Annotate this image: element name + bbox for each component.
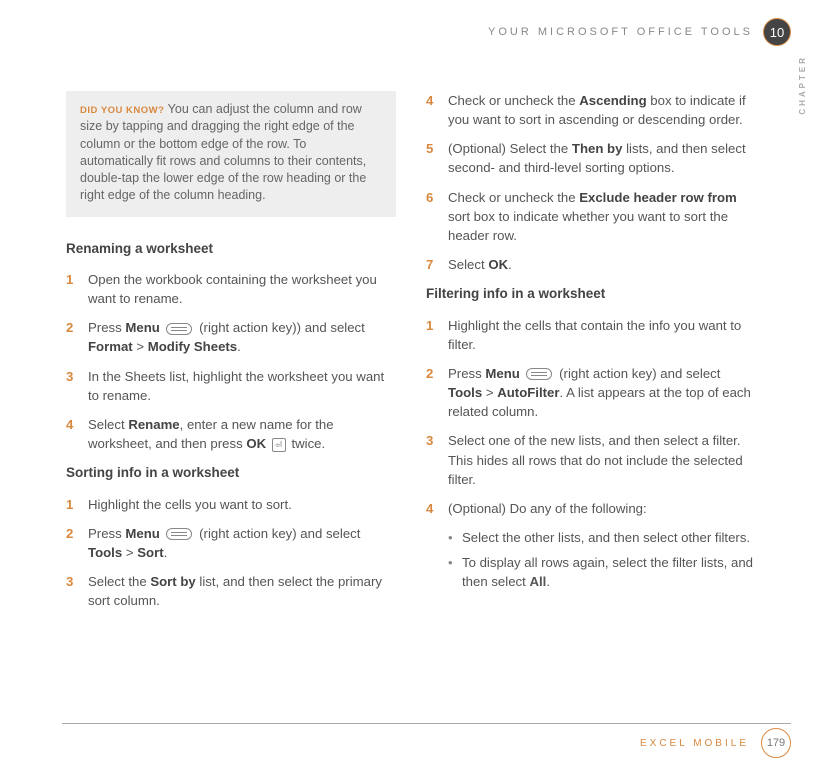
heading-renaming: Renaming a worksheet: [66, 239, 396, 259]
step-text: Check or uncheck the Exclude header row …: [448, 188, 756, 245]
left-column: DID YOU KNOW? You can adjust the column …: [66, 91, 396, 620]
step-text: Press Menu (right action key) and select…: [448, 364, 756, 421]
step: 5(Optional) Select the Then by lists, an…: [426, 139, 756, 177]
step-text: (Optional) Do any of the following:: [448, 499, 756, 518]
step-number: 3: [426, 431, 448, 488]
step-text: Highlight the cells that contain the inf…: [448, 316, 756, 354]
bullet-text: Select the other lists, and then select …: [462, 528, 750, 547]
step-text: Check or uncheck the Ascending box to in…: [448, 91, 756, 129]
step-number: 2: [66, 524, 88, 562]
step-text: Highlight the cells you want to sort.: [88, 495, 396, 514]
step-number: 5: [426, 139, 448, 177]
step: 2Press Menu (right action key) and selec…: [66, 524, 396, 562]
chapter-side-label: CHAPTER: [798, 55, 807, 115]
step: 1Highlight the cells you want to sort.: [66, 495, 396, 514]
tip-title: DID YOU KNOW?: [80, 105, 164, 116]
bullet-item: •To display all rows again, select the f…: [448, 553, 756, 591]
chapter-number-badge: 10: [763, 18, 791, 46]
step-number: 4: [426, 499, 448, 518]
section-title: YOUR MICROSOFT OFFICE TOOLS: [488, 26, 753, 38]
step-text: Select one of the new lists, and then se…: [448, 431, 756, 488]
step-number: 1: [66, 495, 88, 514]
step: 1Highlight the cells that contain the in…: [426, 316, 756, 354]
menu-key-icon: [526, 368, 552, 380]
page-number-badge: 179: [761, 728, 791, 758]
step: 2Press Menu (right action key)) and sele…: [66, 318, 396, 356]
did-you-know-box: DID YOU KNOW? You can adjust the column …: [66, 91, 396, 217]
step: 2Press Menu (right action key) and selec…: [426, 364, 756, 421]
step-text: Press Menu (right action key)) and selec…: [88, 318, 396, 356]
right-column: 4Check or uncheck the Ascending box to i…: [426, 91, 756, 620]
bullet-dot-icon: •: [448, 553, 462, 591]
step-text: Open the workbook containing the workshe…: [88, 270, 396, 308]
step-text: Select Rename, enter a new name for the …: [88, 415, 396, 453]
step: 4(Optional) Do any of the following:: [426, 499, 756, 518]
step: 3Select the Sort by list, and then selec…: [66, 572, 396, 610]
step-number: 6: [426, 188, 448, 245]
step-number: 3: [66, 367, 88, 405]
heading-sorting: Sorting info in a worksheet: [66, 463, 396, 483]
step-text: Select OK.: [448, 255, 756, 274]
content-columns: DID YOU KNOW? You can adjust the column …: [0, 46, 825, 620]
step: 4Select Rename, enter a new name for the…: [66, 415, 396, 453]
ok-key-icon: ⏎: [272, 438, 286, 452]
step-text: Select the Sort by list, and then select…: [88, 572, 396, 610]
step: 1Open the workbook containing the worksh…: [66, 270, 396, 308]
step-number: 2: [66, 318, 88, 356]
step: 3Select one of the new lists, and then s…: [426, 431, 756, 488]
step-text: In the Sheets list, highlight the worksh…: [88, 367, 396, 405]
heading-filtering: Filtering info in a worksheet: [426, 284, 756, 304]
step: 4Check or uncheck the Ascending box to i…: [426, 91, 756, 129]
step-text: Press Menu (right action key) and select…: [88, 524, 396, 562]
bullet-text: To display all rows again, select the fi…: [462, 553, 756, 591]
footer-rule: [62, 723, 791, 724]
step-number: 7: [426, 255, 448, 274]
step: 3In the Sheets list, highlight the works…: [66, 367, 396, 405]
step-number: 3: [66, 572, 88, 610]
step: 6Check or uncheck the Exclude header row…: [426, 188, 756, 245]
bullet-dot-icon: •: [448, 528, 462, 547]
footer-label: EXCEL MOBILE: [640, 738, 749, 749]
bullet-item: •Select the other lists, and then select…: [448, 528, 756, 547]
step-text: (Optional) Select the Then by lists, and…: [448, 139, 756, 177]
step-number: 4: [426, 91, 448, 129]
step-number: 1: [66, 270, 88, 308]
page-header: YOUR MICROSOFT OFFICE TOOLS 10: [0, 0, 825, 46]
step-number: 4: [66, 415, 88, 453]
menu-key-icon: [166, 323, 192, 335]
step: 7Select OK.: [426, 255, 756, 274]
menu-key-icon: [166, 528, 192, 540]
tip-body: You can adjust the column and row size b…: [80, 102, 366, 202]
step-number: 2: [426, 364, 448, 421]
page-footer: EXCEL MOBILE 179: [640, 728, 791, 758]
step-number: 1: [426, 316, 448, 354]
